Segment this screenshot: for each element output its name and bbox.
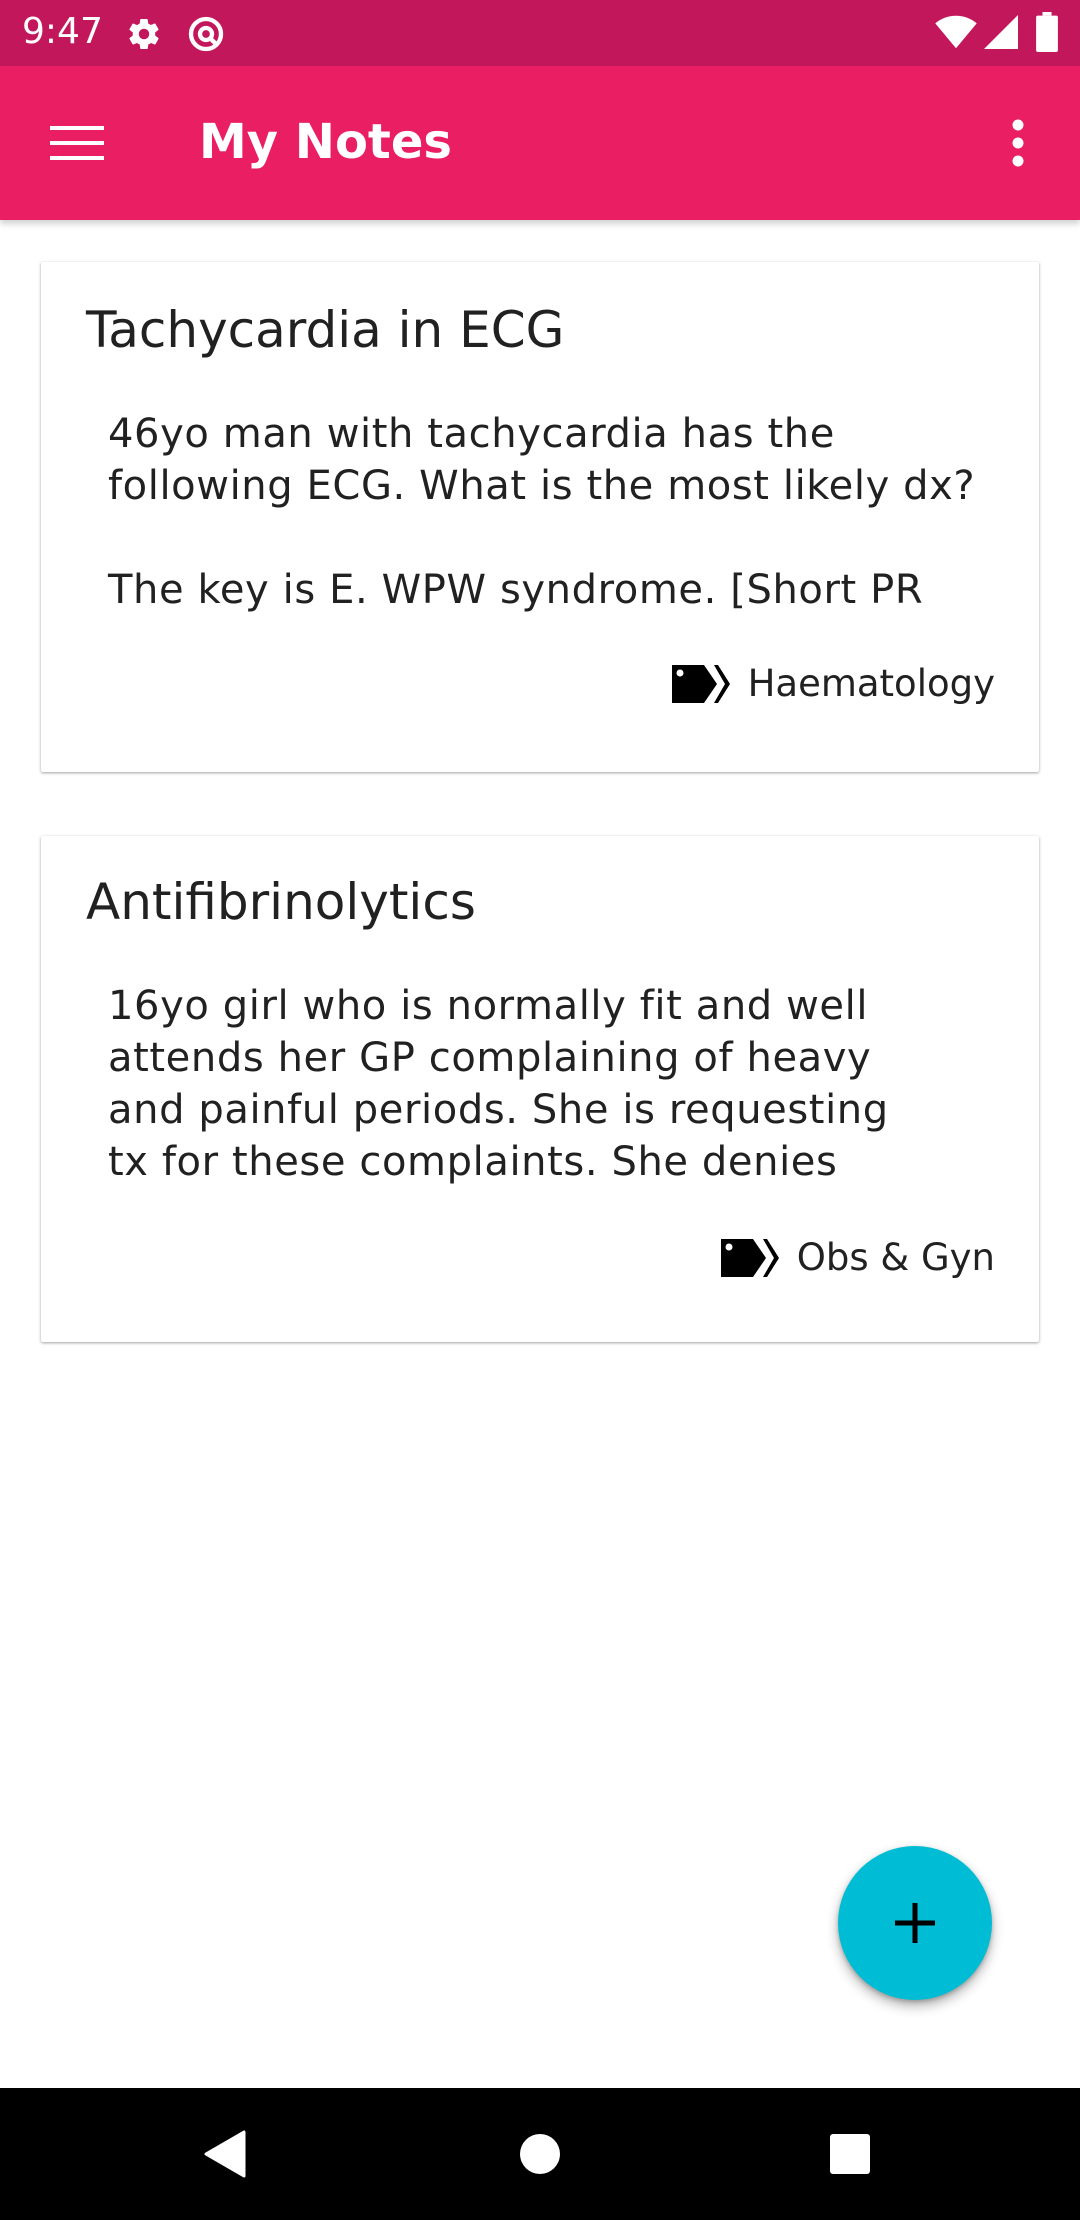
page-title: My Notes: [199, 114, 452, 170]
cellular-signal-icon: [984, 15, 1018, 49]
app-bar: My Notes: [0, 66, 1080, 220]
tags-icon: [671, 665, 730, 703]
back-icon[interactable]: [204, 2130, 246, 2178]
note-body: 46yo man with tachycardia has the follow…: [108, 411, 976, 613]
note-tag: Haematology: [671, 658, 995, 710]
note-body: 16yo girl who is normally fit and well a…: [108, 983, 889, 1185]
battery-icon: [1036, 12, 1058, 52]
wifi-icon: [935, 15, 977, 49]
note-title: Tachycardia in ECG: [86, 301, 565, 359]
status-bar: 9:47: [0, 0, 1080, 66]
home-icon[interactable]: [518, 2132, 562, 2176]
tag-label: Obs & Gyn: [796, 1236, 995, 1279]
note-tag: Obs & Gyn: [720, 1232, 995, 1284]
status-time: 9:47: [22, 11, 103, 52]
plus-icon: [895, 1903, 935, 1943]
recents-icon[interactable]: [828, 2132, 872, 2176]
note-title: Antifibrinolytics: [86, 873, 476, 931]
tags-icon: [720, 1239, 779, 1277]
note-card[interactable]: Antifibrinolytics 16yo girl who is norma…: [41, 836, 1039, 1342]
settings-icon: [129, 19, 159, 50]
note-card[interactable]: Tachycardia in ECG 46yo man with tachyca…: [41, 262, 1039, 772]
sync-icon: [188, 16, 224, 52]
tag-label: Haematology: [747, 662, 995, 705]
navigation-bar: [0, 2088, 1080, 2220]
add-note-button[interactable]: [838, 1846, 992, 2000]
hamburger-menu-icon[interactable]: [50, 123, 104, 163]
more-vert-icon[interactable]: [1010, 119, 1026, 167]
